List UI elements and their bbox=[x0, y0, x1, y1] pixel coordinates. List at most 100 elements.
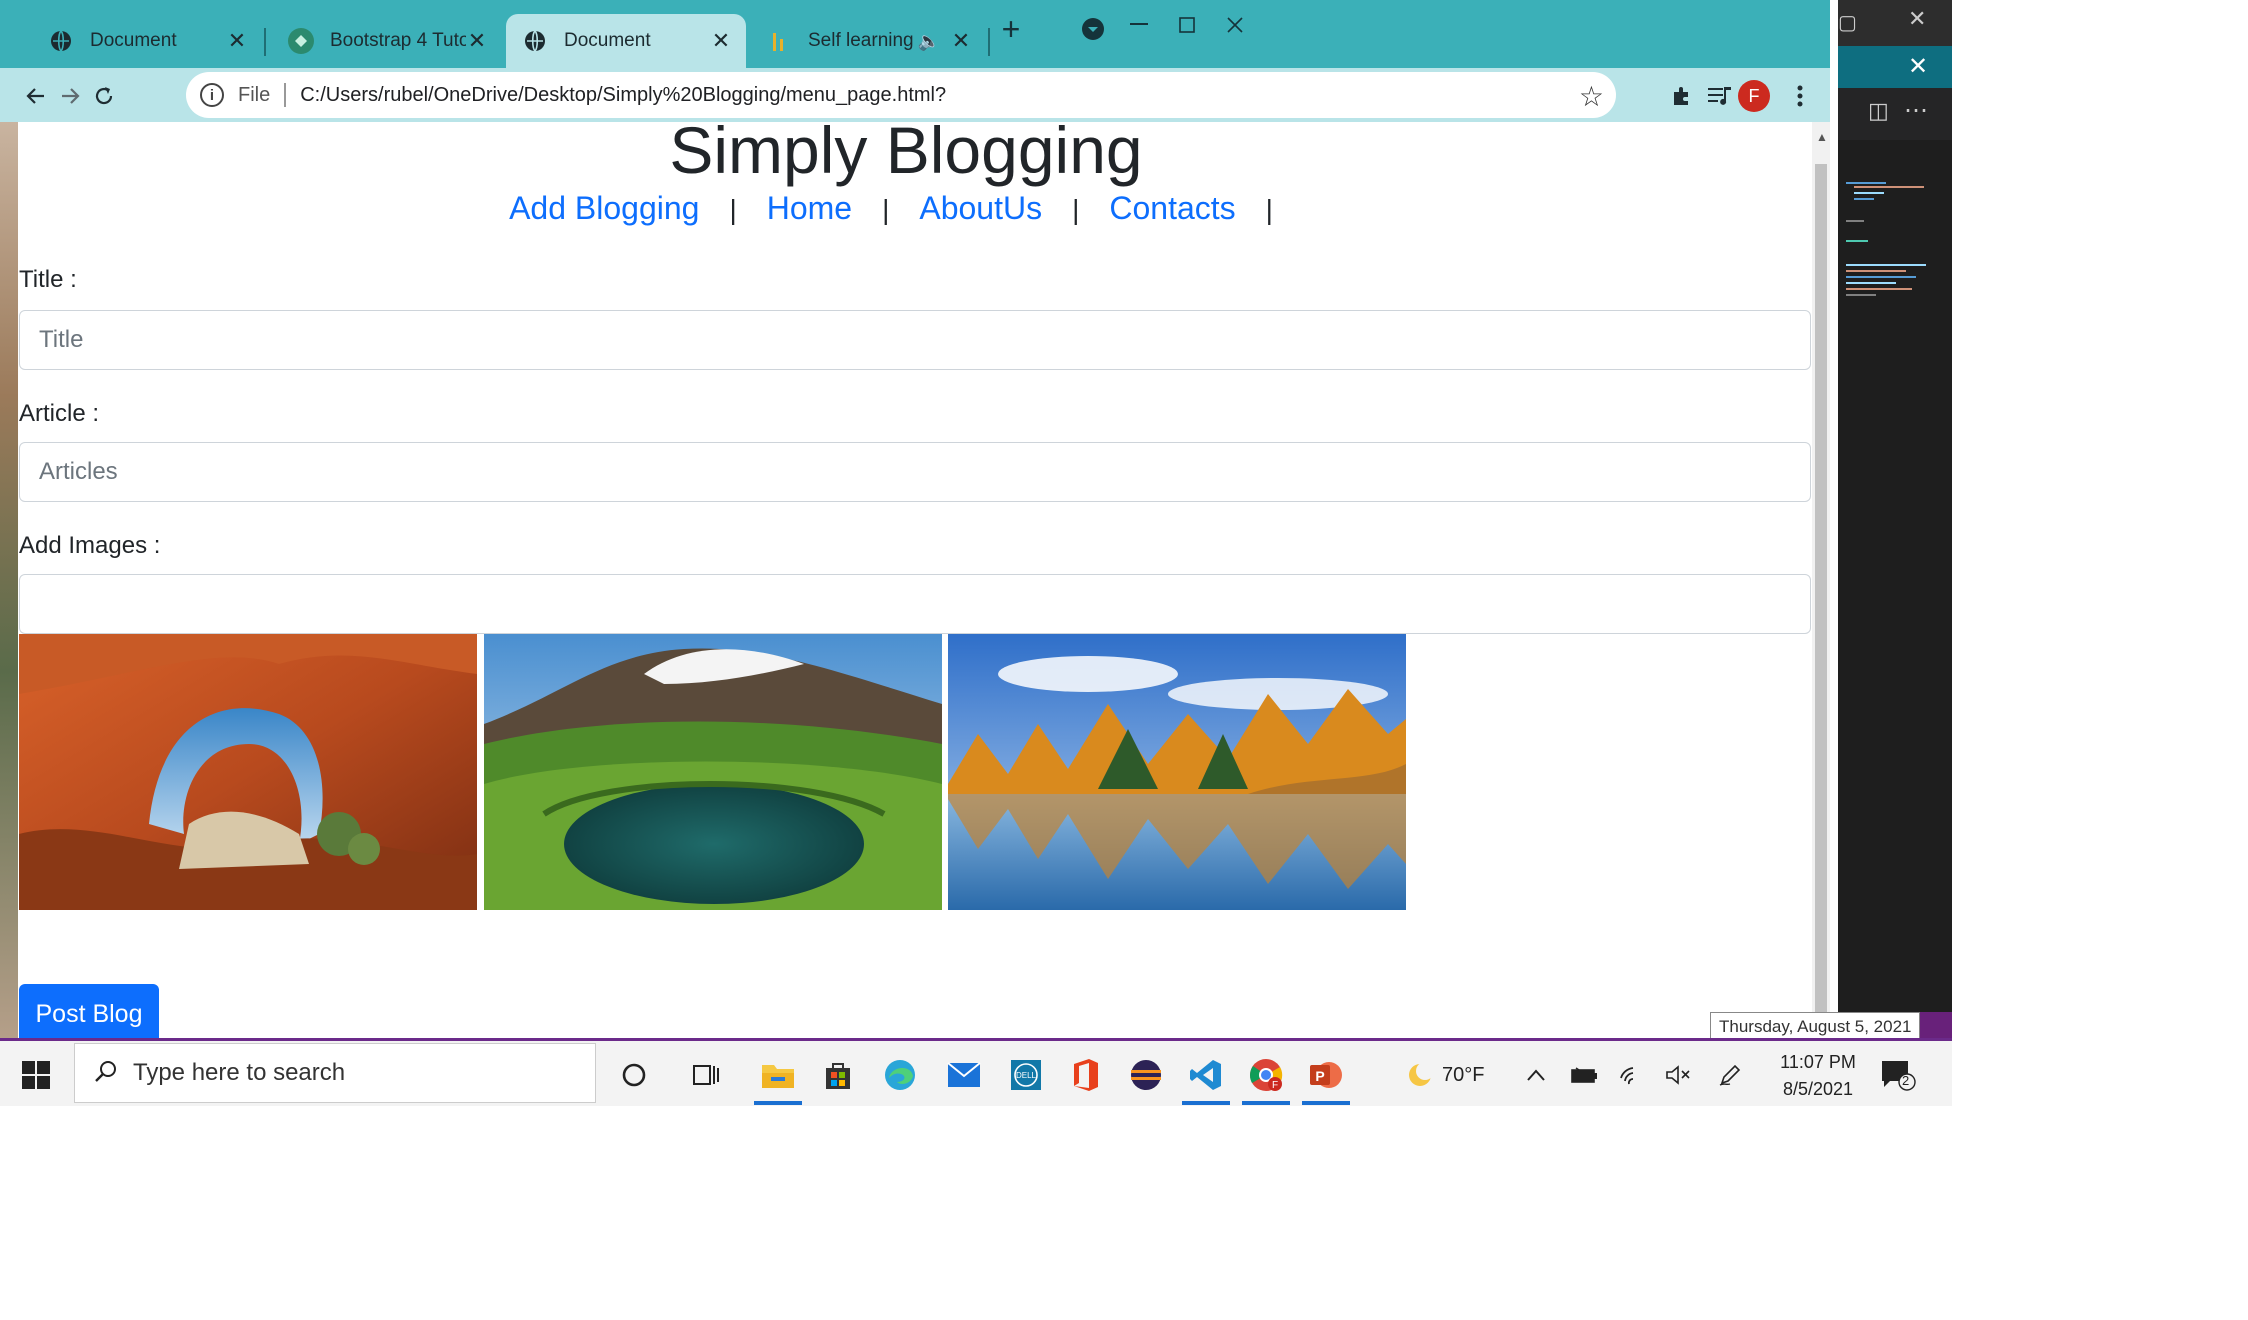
powerpoint-icon[interactable]: P bbox=[1302, 1055, 1350, 1105]
title-label: Title : bbox=[19, 266, 77, 293]
nav-separator: | bbox=[1072, 194, 1080, 225]
add-images-label: Add Images : bbox=[19, 532, 161, 559]
browser-window: Document ✕ Bootstrap 4 Tutorial - An Ult… bbox=[0, 0, 1830, 1038]
scroll-up-arrow-icon[interactable]: ▲ bbox=[1816, 130, 1828, 144]
globe-icon bbox=[522, 28, 548, 54]
close-icon[interactable]: ✕ bbox=[710, 28, 732, 54]
tab-document-active[interactable]: Document ✕ bbox=[506, 14, 746, 68]
close-icon[interactable]: ✕ bbox=[1908, 6, 1926, 32]
close-icon[interactable]: ✕ bbox=[1908, 52, 1928, 81]
search-icon bbox=[93, 1058, 119, 1089]
office-icon[interactable] bbox=[1066, 1055, 1106, 1095]
store-icon[interactable] bbox=[818, 1055, 858, 1095]
image-red-rock-arch bbox=[19, 634, 477, 910]
article-input[interactable] bbox=[19, 442, 1811, 502]
tab-strip: Document ✕ Bootstrap 4 Tutorial - An Ult… bbox=[0, 0, 1830, 68]
notification-center-icon[interactable]: 2 bbox=[1880, 1059, 1916, 1091]
svg-text:DELL: DELL bbox=[1016, 1071, 1037, 1080]
speaker-muted-icon[interactable] bbox=[1658, 1055, 1698, 1095]
article-label: Article : bbox=[19, 400, 100, 427]
close-icon[interactable]: ✕ bbox=[226, 28, 248, 54]
task-view-icon[interactable] bbox=[686, 1055, 726, 1095]
bookmark-star-icon[interactable]: ☆ bbox=[1579, 80, 1604, 113]
close-icon[interactable]: ✕ bbox=[950, 28, 972, 54]
browser-toolbar: i File C:/Users/rubel/OneDrive/Desktop/S… bbox=[0, 68, 1830, 122]
background-strip bbox=[0, 122, 18, 1038]
editor-tab-header: ✕ bbox=[1838, 46, 1952, 88]
media-queue-icon[interactable] bbox=[1700, 76, 1740, 116]
wifi-icon[interactable] bbox=[1612, 1055, 1652, 1095]
weather-moon-icon[interactable] bbox=[1400, 1055, 1440, 1095]
speaker-muted-icon[interactable]: 🔈 bbox=[918, 31, 940, 52]
edge-icon[interactable] bbox=[880, 1055, 920, 1095]
system-clock[interactable]: 11:07 PM 8/5/2021 bbox=[1768, 1049, 1868, 1103]
address-divider bbox=[284, 83, 287, 107]
nav-home[interactable]: Home bbox=[767, 190, 852, 226]
windows-start-icon[interactable] bbox=[20, 1059, 52, 1091]
vscode-icon[interactable] bbox=[1182, 1055, 1230, 1105]
main-nav: Add Blogging | Home | AboutUs | Contacts | bbox=[0, 190, 1812, 227]
search-placeholder: Type here to search bbox=[133, 1059, 346, 1086]
page-viewport: Simply Blogging Add Blogging | Home | AboutU… bbox=[0, 122, 1812, 1038]
bars-icon bbox=[766, 28, 792, 54]
address-url[interactable]: C:/Users/rubel/OneDrive/Desktop/Simply%2… bbox=[300, 84, 946, 107]
file-explorer-icon[interactable] bbox=[754, 1055, 802, 1105]
post-blog-button[interactable]: Post Blog bbox=[19, 984, 159, 1038]
restore-icon[interactable]: ▢ bbox=[1838, 10, 1857, 35]
editor-window: ▢ ✕ ✕ ◫ ⋯ bbox=[1838, 0, 1952, 1038]
tab-title: Document bbox=[90, 30, 177, 51]
address-bar[interactable]: i File C:/Users/rubel/OneDrive/Desktop/S… bbox=[186, 72, 1616, 118]
page-title: Simply Blogging bbox=[669, 122, 1143, 187]
svg-text:P: P bbox=[1315, 1068, 1324, 1084]
more-menu-icon[interactable] bbox=[1780, 76, 1820, 116]
globe-icon bbox=[48, 28, 74, 54]
nav-separator: | bbox=[729, 194, 737, 225]
extensions-puzzle-icon[interactable] bbox=[1662, 76, 1702, 116]
cortana-icon[interactable] bbox=[614, 1055, 654, 1095]
chevron-up-icon[interactable] bbox=[1516, 1055, 1556, 1095]
split-editor-icon[interactable]: ◫ bbox=[1868, 98, 1889, 124]
tab-divider bbox=[264, 28, 266, 56]
tab-document-1[interactable]: Document ✕ bbox=[32, 14, 262, 68]
notification-count: 2 bbox=[1902, 1073, 1910, 1088]
reload-icon[interactable] bbox=[84, 76, 124, 116]
taskbar-search-box[interactable]: Type here to search bbox=[74, 1043, 596, 1103]
bootstrap-icon bbox=[288, 28, 314, 54]
battery-icon[interactable] bbox=[1564, 1055, 1604, 1095]
nav-separator: | bbox=[1265, 194, 1273, 225]
editor-actions: ◫ ⋯ bbox=[1838, 88, 1952, 140]
clock-date: 8/5/2021 bbox=[1782, 1079, 1854, 1099]
nav-about-us[interactable]: AboutUs bbox=[919, 190, 1042, 226]
eclipse-icon[interactable] bbox=[1126, 1055, 1166, 1095]
dell-icon[interactable]: DELL bbox=[1006, 1055, 1046, 1095]
nav-add-blogging[interactable]: Add Blogging bbox=[509, 190, 699, 226]
tab-title: Bootstrap 4 Tutorial - An Ultima bbox=[330, 30, 466, 51]
tab-self-learning[interactable]: Self learning 🔈 ✕ bbox=[750, 14, 986, 68]
profile-avatar[interactable]: F bbox=[1738, 80, 1770, 112]
editor-titlebar: ▢ ✕ bbox=[1838, 0, 1952, 46]
nav-separator: | bbox=[882, 194, 890, 225]
tab-title: Self learning bbox=[808, 30, 914, 51]
clock-time: 11:07 PM bbox=[1780, 1052, 1856, 1072]
close-window-button[interactable] bbox=[1200, 8, 1270, 42]
site-info-icon[interactable]: i bbox=[200, 83, 224, 107]
tab-title: Document bbox=[564, 30, 651, 51]
address-scheme: File bbox=[238, 83, 271, 106]
chrome-icon[interactable]: F bbox=[1242, 1055, 1290, 1105]
weather-temperature[interactable]: 70°F bbox=[1442, 1064, 1484, 1087]
title-input[interactable] bbox=[19, 310, 1811, 370]
more-actions-icon[interactable]: ⋯ bbox=[1904, 96, 1928, 125]
add-images-input[interactable] bbox=[19, 574, 1811, 634]
image-mountain-crater-lake bbox=[484, 634, 942, 910]
page-scrollbar[interactable]: ▲ bbox=[1812, 122, 1830, 1038]
tab-bootstrap-tutorial[interactable]: Bootstrap 4 Tutorial - An Ultima ✕ bbox=[272, 14, 502, 68]
close-icon[interactable]: ✕ bbox=[466, 28, 488, 54]
windows-taskbar: Type here to search DELL F P 70°F 11:07 … bbox=[0, 1038, 1952, 1106]
scrollbar-thumb[interactable] bbox=[1815, 164, 1827, 1038]
nav-contacts[interactable]: Contacts bbox=[1109, 190, 1235, 226]
pen-icon[interactable] bbox=[1710, 1055, 1750, 1095]
mail-icon[interactable] bbox=[944, 1055, 984, 1095]
code-minimap bbox=[1844, 180, 1944, 310]
new-tab-button[interactable]: + bbox=[976, 11, 1046, 47]
image-autumn-lake-reflection bbox=[948, 634, 1406, 910]
